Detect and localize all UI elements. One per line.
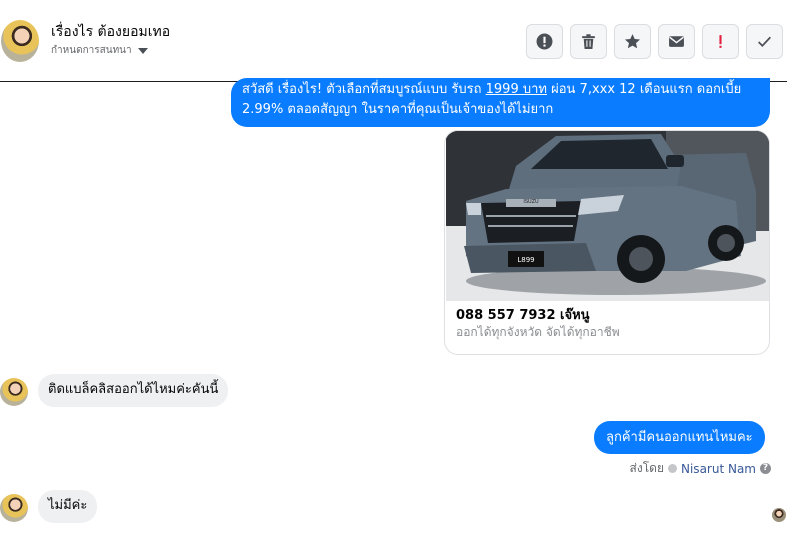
card-description: ออกได้ทุกจังหวัด จัดได้ทุกอาชีพ xyxy=(456,325,620,339)
report-icon xyxy=(536,33,553,50)
seen-indicator-avatar xyxy=(772,508,786,522)
outgoing-message[interactable]: ลูกค้ามีคนออกแทนไหมคะ xyxy=(594,421,765,454)
message-text: ติดแบล็คลิสออกได้ไหมค่ะคันนี้ xyxy=(48,382,219,397)
sent-by-label: ส่งโดย xyxy=(629,461,664,475)
delete-button[interactable] xyxy=(570,24,607,59)
important-icon xyxy=(719,35,722,48)
star-button[interactable] xyxy=(614,24,651,59)
ad-attachment-card[interactable]: L899 ISUZU 088 557 7932 เจ๊หนู ออกได้ทุก… xyxy=(444,130,770,355)
sender-avatar[interactable] xyxy=(0,378,28,406)
header-actions xyxy=(526,24,783,59)
help-icon[interactable]: ? xyxy=(760,463,771,474)
incoming-message[interactable]: ไม่มีค่ะ xyxy=(38,490,98,523)
message-text: สวัสดี เรื่องไร! ตัวเลือกที่สมบูรณ์แบบ ร… xyxy=(242,82,486,97)
caret-down-icon xyxy=(137,47,148,54)
contact-avatar[interactable] xyxy=(1,20,39,62)
price-link[interactable]: 1999 บาท xyxy=(486,82,547,97)
license-plate: L899 xyxy=(517,256,534,264)
mark-done-button[interactable] xyxy=(746,24,783,59)
conversation-assign-label: กำหนดการสนทนา xyxy=(51,45,132,56)
sender-status-icon xyxy=(668,464,677,473)
outgoing-message[interactable]: สวัสดี เรื่องไร! ตัวเลือกที่สมบูรณ์แบบ ร… xyxy=(231,78,770,127)
message-text: ลูกค้ามีคนออกแทนไหมคะ xyxy=(606,430,753,445)
mail-button[interactable] xyxy=(658,24,695,59)
trash-icon xyxy=(582,34,595,49)
brand-badge: ISUZU xyxy=(523,199,539,205)
contact-name[interactable]: เรื่องไร ต้องยอมเทอ xyxy=(51,21,170,43)
sent-by-name[interactable]: Nisarut Nam xyxy=(681,462,756,476)
conversation-assign-dropdown[interactable]: กำหนดการสนทนา xyxy=(51,43,148,58)
pickup-truck-image: L899 ISUZU xyxy=(446,131,769,301)
check-icon xyxy=(758,36,771,47)
important-button[interactable] xyxy=(702,24,739,59)
sent-by-info: ส่งโดย Nisarut Nam ? xyxy=(630,459,771,478)
message-text: ไม่มีค่ะ xyxy=(48,498,88,513)
car-photo[interactable]: L899 ISUZU xyxy=(446,131,769,301)
sender-avatar[interactable] xyxy=(0,494,28,522)
card-title: 088 557 7932 เจ๊หนู xyxy=(456,308,590,323)
report-button[interactable] xyxy=(526,24,563,59)
conversation-header: เรื่องไร ต้องยอมเทอ กำหนดการสนทนา xyxy=(0,0,787,82)
star-icon xyxy=(624,34,641,49)
mail-icon xyxy=(669,36,684,47)
incoming-message[interactable]: ติดแบล็คลิสออกได้ไหมค่ะคันนี้ xyxy=(38,374,229,407)
